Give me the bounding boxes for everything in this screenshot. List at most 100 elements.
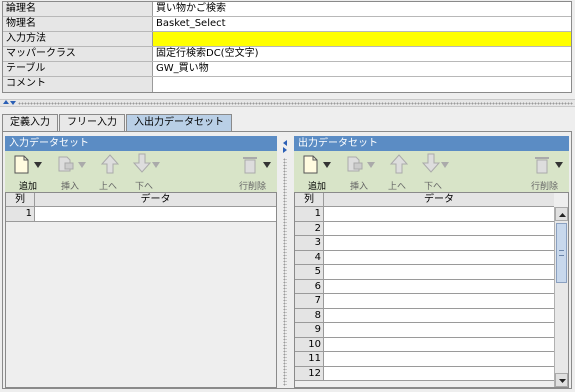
move-up-button[interactable]: 上へ bbox=[95, 151, 125, 192]
row-data-cell[interactable] bbox=[324, 236, 554, 250]
insert-button[interactable]: 挿入 bbox=[53, 151, 89, 192]
table-row[interactable]: 9 bbox=[295, 323, 554, 338]
row-data-cell[interactable] bbox=[324, 279, 554, 293]
row-data-cell[interactable] bbox=[324, 337, 554, 351]
row-data-cell[interactable] bbox=[324, 366, 554, 380]
col-header-num: 列 bbox=[295, 193, 324, 206]
move-down-button[interactable]: 下へ bbox=[127, 151, 163, 192]
row-number: 1 bbox=[6, 207, 35, 221]
row-data-cell[interactable] bbox=[324, 207, 554, 221]
prop-value-logical-name[interactable]: 買い物かご検索 bbox=[153, 2, 571, 16]
row-number: 9 bbox=[295, 323, 324, 337]
insert-button[interactable]: 挿入 bbox=[342, 151, 378, 192]
row-number: 1 bbox=[295, 207, 324, 221]
output-grid: 列 データ 1 2 3 4 5 6 7 8 9 10 11 12 bbox=[294, 192, 569, 388]
properties-table: 論理名 買い物かご検索 物理名 Basket_Select 入力方法 マッパーク… bbox=[2, 1, 572, 93]
prop-label: コメント bbox=[3, 77, 153, 92]
table-row[interactable]: 3 bbox=[295, 236, 554, 251]
add-button[interactable]: 追加 bbox=[9, 151, 45, 192]
tab-free-input[interactable]: フリー入力 bbox=[59, 114, 125, 131]
prop-value-physical-name[interactable]: Basket_Select bbox=[153, 17, 571, 31]
input-dataset-panel: 入力データセット 追加 挿入 上へ 下へ 行削除 列 データ 1 bbox=[5, 136, 277, 388]
row-data-cell[interactable] bbox=[324, 265, 554, 279]
prop-row-comment: コメント bbox=[3, 77, 571, 92]
prop-value-mapper-class[interactable]: 固定行検索DC(空文字) bbox=[153, 47, 571, 61]
row-number: 3 bbox=[295, 236, 324, 250]
row-data-cell[interactable] bbox=[324, 323, 554, 337]
row-data-cell[interactable] bbox=[324, 250, 554, 264]
delete-row-button[interactable]: 行削除 bbox=[237, 151, 277, 192]
arrow-down-icon bbox=[132, 153, 160, 173]
thumb-grip bbox=[559, 250, 564, 256]
arrow-up-icon bbox=[100, 154, 120, 174]
output-dataset-panel: 出力データセット 追加 挿入 上へ 下へ 行削除 列 データ 1 2 3 4 5… bbox=[294, 136, 569, 388]
prop-value-input-method[interactable] bbox=[153, 32, 571, 46]
prop-label: 物理名 bbox=[3, 17, 153, 31]
move-up-button[interactable]: 上へ bbox=[384, 151, 414, 192]
move-down-button[interactable]: 下へ bbox=[416, 151, 452, 192]
delete-row-button[interactable]: 行削除 bbox=[529, 151, 569, 192]
scroll-down-button[interactable] bbox=[555, 373, 568, 387]
splitter-grip[interactable] bbox=[18, 102, 573, 105]
splitter-grip[interactable] bbox=[283, 158, 287, 386]
grid-header: 列 データ bbox=[295, 193, 554, 207]
prop-row-physical-name: 物理名 Basket_Select bbox=[3, 17, 571, 32]
horizontal-splitter[interactable] bbox=[0, 99, 575, 107]
prop-label: 入力方法 bbox=[3, 32, 153, 46]
row-number: 5 bbox=[295, 265, 324, 279]
row-data-cell[interactable] bbox=[324, 221, 554, 235]
table-row[interactable]: 7 bbox=[295, 294, 554, 309]
vertical-splitter[interactable] bbox=[281, 136, 289, 388]
row-number: 10 bbox=[295, 337, 324, 351]
table-row[interactable]: 4 bbox=[295, 250, 554, 265]
prop-value-comment[interactable] bbox=[153, 77, 571, 92]
table-row[interactable]: 2 bbox=[295, 221, 554, 236]
row-data-cell[interactable] bbox=[324, 352, 554, 366]
trash-icon bbox=[535, 157, 563, 174]
row-data-cell[interactable] bbox=[35, 207, 276, 221]
chevron-down-icon bbox=[559, 379, 566, 383]
tab-bar: 定義入力 フリー入力 入出力データセット bbox=[2, 114, 233, 131]
prop-label: テーブル bbox=[3, 62, 153, 76]
prop-label: マッパークラス bbox=[3, 47, 153, 61]
insert-icon bbox=[58, 156, 86, 172]
table-row[interactable]: 5 bbox=[295, 265, 554, 280]
arrow-down-icon bbox=[421, 153, 449, 173]
row-number: 2 bbox=[295, 221, 324, 235]
prop-row-table: テーブル GW_買い物 bbox=[3, 62, 571, 77]
expand-right-icon[interactable] bbox=[283, 147, 287, 153]
panel-title: 出力データセット bbox=[294, 136, 569, 151]
row-data-cell[interactable] bbox=[324, 294, 554, 308]
table-row[interactable]: 10 bbox=[295, 337, 554, 352]
table-row[interactable]: 1 bbox=[6, 207, 276, 222]
expand-down-icon[interactable] bbox=[10, 101, 16, 105]
col-header-data: データ bbox=[140, 194, 171, 205]
prop-row-input-method: 入力方法 bbox=[3, 32, 571, 47]
row-number: 7 bbox=[295, 294, 324, 308]
add-button[interactable]: 追加 bbox=[298, 151, 334, 192]
collapse-left-icon[interactable] bbox=[283, 140, 287, 146]
row-number: 4 bbox=[295, 250, 324, 264]
grid-header: 列 データ bbox=[6, 193, 276, 207]
row-number: 6 bbox=[295, 279, 324, 293]
prop-label: 論理名 bbox=[3, 2, 153, 16]
scroll-thumb[interactable] bbox=[556, 223, 567, 283]
col-header-data: データ bbox=[424, 194, 454, 205]
row-number: 11 bbox=[295, 352, 324, 366]
table-row[interactable]: 8 bbox=[295, 308, 554, 323]
table-row[interactable]: 12 bbox=[295, 366, 554, 381]
chevron-up-icon bbox=[559, 213, 566, 217]
prop-value-table[interactable]: GW_買い物 bbox=[153, 62, 571, 76]
tab-io-dataset[interactable]: 入出力データセット bbox=[126, 114, 232, 131]
table-row[interactable]: 6 bbox=[295, 279, 554, 294]
scroll-up-button[interactable] bbox=[555, 207, 568, 221]
table-row[interactable]: 1 bbox=[295, 207, 554, 222]
row-number: 8 bbox=[295, 308, 324, 322]
input-toolbar: 追加 挿入 上へ 下へ 行削除 bbox=[5, 151, 277, 192]
collapse-up-icon[interactable] bbox=[3, 100, 9, 104]
row-data-cell[interactable] bbox=[324, 308, 554, 322]
prop-row-logical-name: 論理名 買い物かご検索 bbox=[3, 2, 571, 17]
vertical-scrollbar[interactable] bbox=[554, 207, 568, 387]
tab-definition-input[interactable]: 定義入力 bbox=[2, 114, 58, 131]
table-row[interactable]: 11 bbox=[295, 352, 554, 367]
